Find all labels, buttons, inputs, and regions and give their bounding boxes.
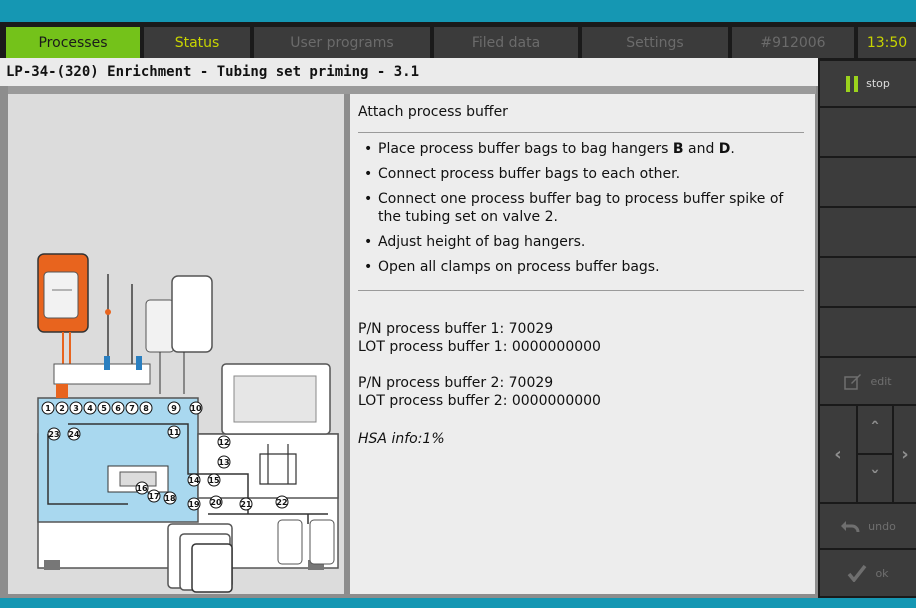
clock: 13:50 bbox=[858, 27, 916, 58]
instruction-heading: Attach process buffer bbox=[358, 104, 508, 120]
divider bbox=[358, 290, 804, 291]
empty-button-1[interactable] bbox=[820, 108, 916, 156]
valve-label: 22 bbox=[276, 498, 287, 507]
up-arrow-button[interactable]: ˆ bbox=[858, 406, 892, 453]
tab-user-programs[interactable]: User programs bbox=[254, 27, 430, 58]
tab-status[interactable]: Status bbox=[144, 27, 250, 58]
ok-button[interactable]: ok bbox=[820, 550, 916, 596]
bottom-accent-strip bbox=[0, 598, 916, 608]
instruction-panel: Attach process buffer Place process buff… bbox=[350, 94, 815, 594]
title-bar: LP-34-(320) Enrichment - Tubing set prim… bbox=[0, 58, 818, 86]
empty-button-2[interactable] bbox=[820, 158, 916, 206]
valve-label: 10 bbox=[190, 404, 202, 413]
tab-settings[interactable]: Settings bbox=[582, 27, 728, 58]
valve-label: 1 bbox=[45, 404, 51, 413]
instruction-step: Connect process buffer bags to each othe… bbox=[364, 165, 804, 183]
page-title: LP-34-(320) Enrichment - Tubing set prim… bbox=[6, 64, 420, 80]
tubing-set-illustration-panel: 1 2 3 4 5 6 7 8 9 10 11 12 13 14 15 16 1… bbox=[8, 94, 344, 594]
valve-label: 8 bbox=[143, 404, 149, 413]
hsa-info: HSA info:1% bbox=[358, 431, 445, 447]
pause-icon bbox=[846, 75, 859, 92]
edit-button[interactable]: edit bbox=[820, 358, 916, 404]
undo-button[interactable]: undo bbox=[820, 504, 916, 548]
valve-label: 2 bbox=[59, 404, 65, 413]
divider bbox=[358, 132, 804, 133]
edit-icon bbox=[844, 374, 862, 390]
left-arrow-button[interactable]: ‹ bbox=[820, 406, 856, 502]
undo-label: undo bbox=[868, 519, 896, 533]
empty-button-5[interactable] bbox=[820, 308, 916, 356]
valve-label: 21 bbox=[240, 500, 252, 509]
frame-header-strip bbox=[8, 86, 816, 94]
valve-label: 6 bbox=[115, 404, 121, 413]
valve-label: 20 bbox=[210, 498, 222, 507]
tab-filed-data[interactable]: Filed data bbox=[434, 27, 578, 58]
valve-label: 24 bbox=[68, 430, 80, 439]
chevron-down-icon: ˇ bbox=[870, 468, 880, 489]
valve-label: 9 bbox=[171, 404, 177, 413]
edit-label: edit bbox=[870, 374, 892, 388]
tab-processes[interactable]: Processes bbox=[6, 27, 140, 58]
right-arrow-button[interactable]: › bbox=[894, 406, 916, 502]
tubing-set-diagram: 1 2 3 4 5 6 7 8 9 10 11 12 13 14 15 16 1… bbox=[37, 253, 339, 593]
main-tab-bar: Processes Status User programs Filed dat… bbox=[0, 22, 916, 58]
lot-buffer-1: LOT process buffer 1: 0000000000 bbox=[358, 339, 601, 355]
empty-button-3[interactable] bbox=[820, 208, 916, 256]
device-id-tab: #912006 bbox=[732, 27, 854, 58]
valve-label: 7 bbox=[129, 404, 135, 413]
checkmark-icon bbox=[848, 564, 867, 582]
valve-label: 19 bbox=[188, 500, 200, 509]
instruction-step: Adjust height of bag hangers. bbox=[364, 233, 804, 251]
valve-label: 14 bbox=[188, 476, 200, 485]
instruction-step: Connect one process buffer bag to proces… bbox=[364, 190, 804, 226]
top-accent-strip bbox=[0, 0, 916, 22]
valve-label: 3 bbox=[73, 404, 79, 413]
content-frame: 1 2 3 4 5 6 7 8 9 10 11 12 13 14 15 16 1… bbox=[0, 86, 818, 598]
instruction-steps: Place process buffer bags to bag hangers… bbox=[364, 140, 804, 283]
chevron-up-icon: ˆ bbox=[870, 419, 880, 440]
valve-label: 4 bbox=[87, 404, 93, 413]
chevron-right-icon: › bbox=[901, 443, 909, 465]
valve-label: 11 bbox=[168, 428, 180, 437]
stop-button[interactable]: stop bbox=[820, 61, 916, 106]
down-arrow-button[interactable]: ˇ bbox=[858, 455, 892, 502]
lot-buffer-2: LOT process buffer 2: 0000000000 bbox=[358, 393, 601, 409]
instruction-step: Place process buffer bags to bag hangers… bbox=[364, 140, 804, 158]
valve-label: 18 bbox=[164, 494, 176, 503]
undo-icon bbox=[841, 521, 860, 533]
action-sidebar: stop edit ‹ ˆ ˇ › undo ok bbox=[818, 58, 916, 598]
valve-label: 5 bbox=[101, 404, 107, 413]
chevron-left-icon: ‹ bbox=[834, 443, 842, 465]
valve-label: 16 bbox=[136, 484, 148, 493]
valve-label: 13 bbox=[218, 458, 229, 467]
valve-label: 15 bbox=[208, 476, 220, 485]
instruction-step: Open all clamps on process buffer bags. bbox=[364, 258, 804, 276]
valve-label: 12 bbox=[218, 438, 229, 447]
valve-label: 23 bbox=[48, 430, 59, 439]
stop-label: stop bbox=[866, 77, 890, 90]
valve-label: 17 bbox=[148, 492, 159, 501]
pn-buffer-1: P/N process buffer 1: 70029 bbox=[358, 321, 554, 337]
ok-label: ok bbox=[875, 566, 889, 580]
pn-buffer-2: P/N process buffer 2: 70029 bbox=[358, 375, 554, 391]
empty-button-4[interactable] bbox=[820, 258, 916, 306]
